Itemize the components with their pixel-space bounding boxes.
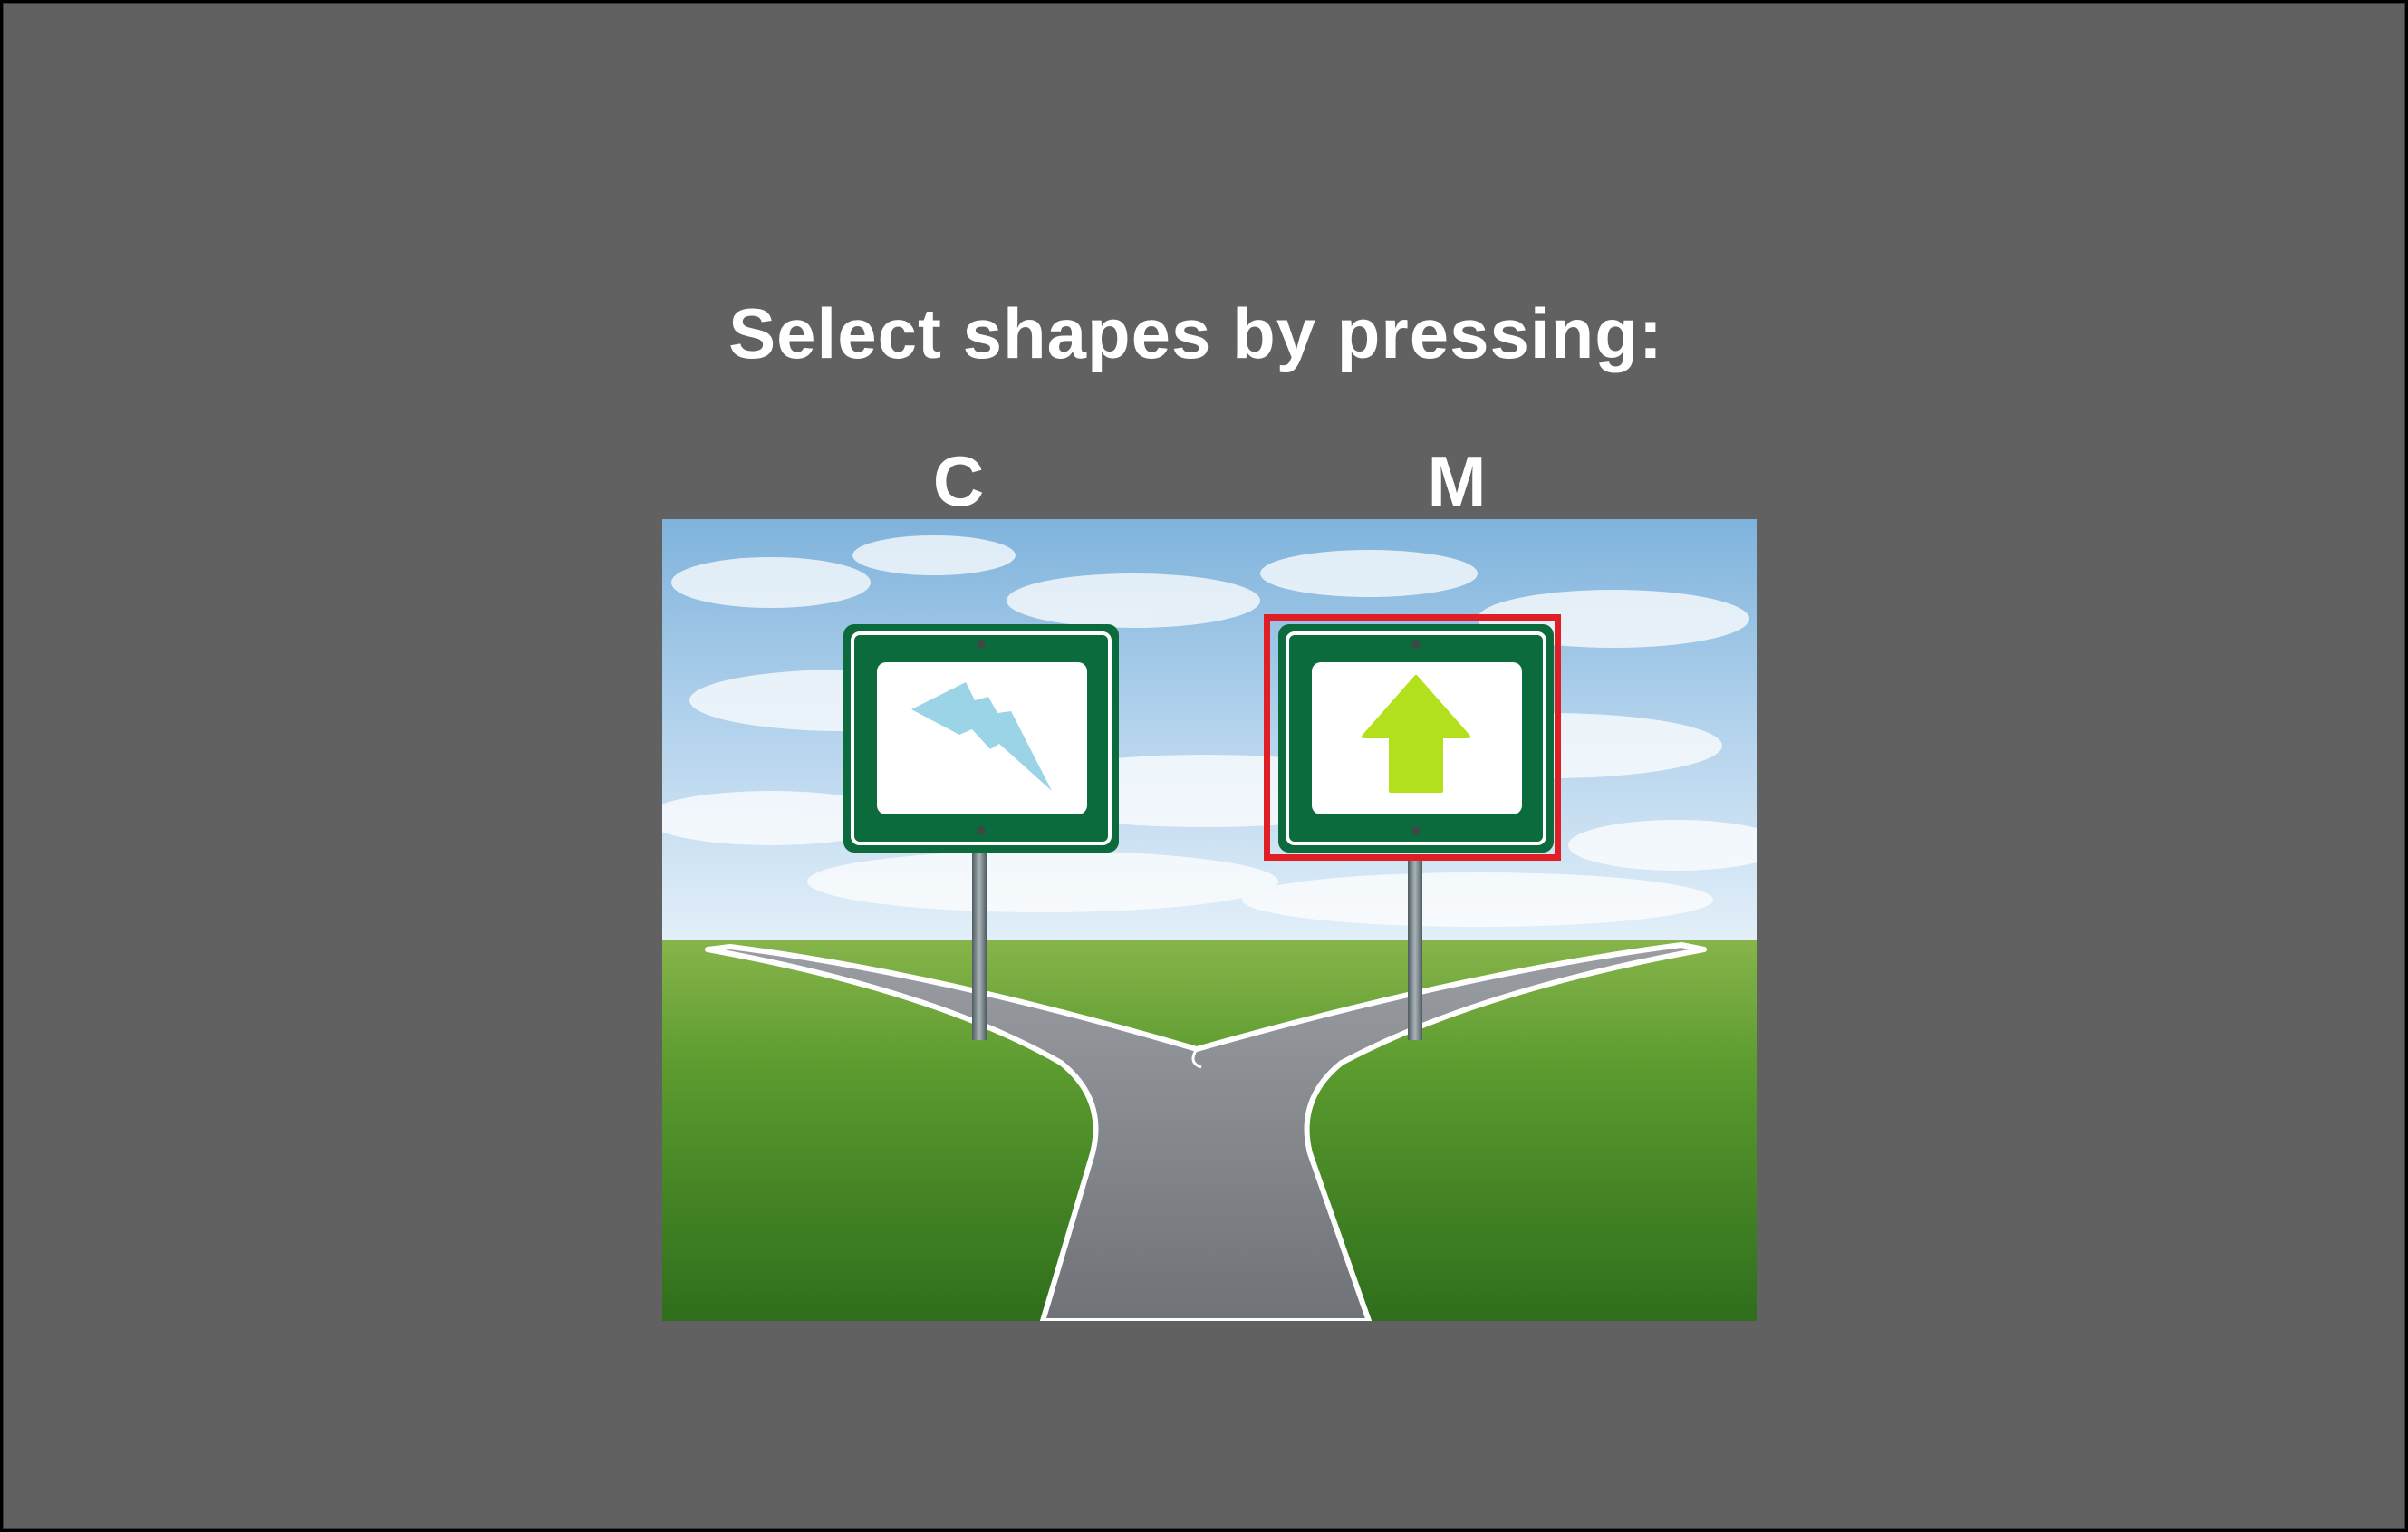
instruction-text: Select shapes by pressing:: [728, 294, 1663, 373]
crossroads-scene: [662, 519, 1757, 1321]
experiment-screen: Select shapes by pressing: C M: [3, 3, 2405, 1529]
key-label-right: M: [1427, 441, 1487, 521]
key-label-left: C: [932, 441, 985, 521]
selection-outline: [1264, 614, 1561, 861]
right-sign-pole: [1408, 859, 1422, 1040]
left-sign-pole: [972, 850, 987, 1040]
